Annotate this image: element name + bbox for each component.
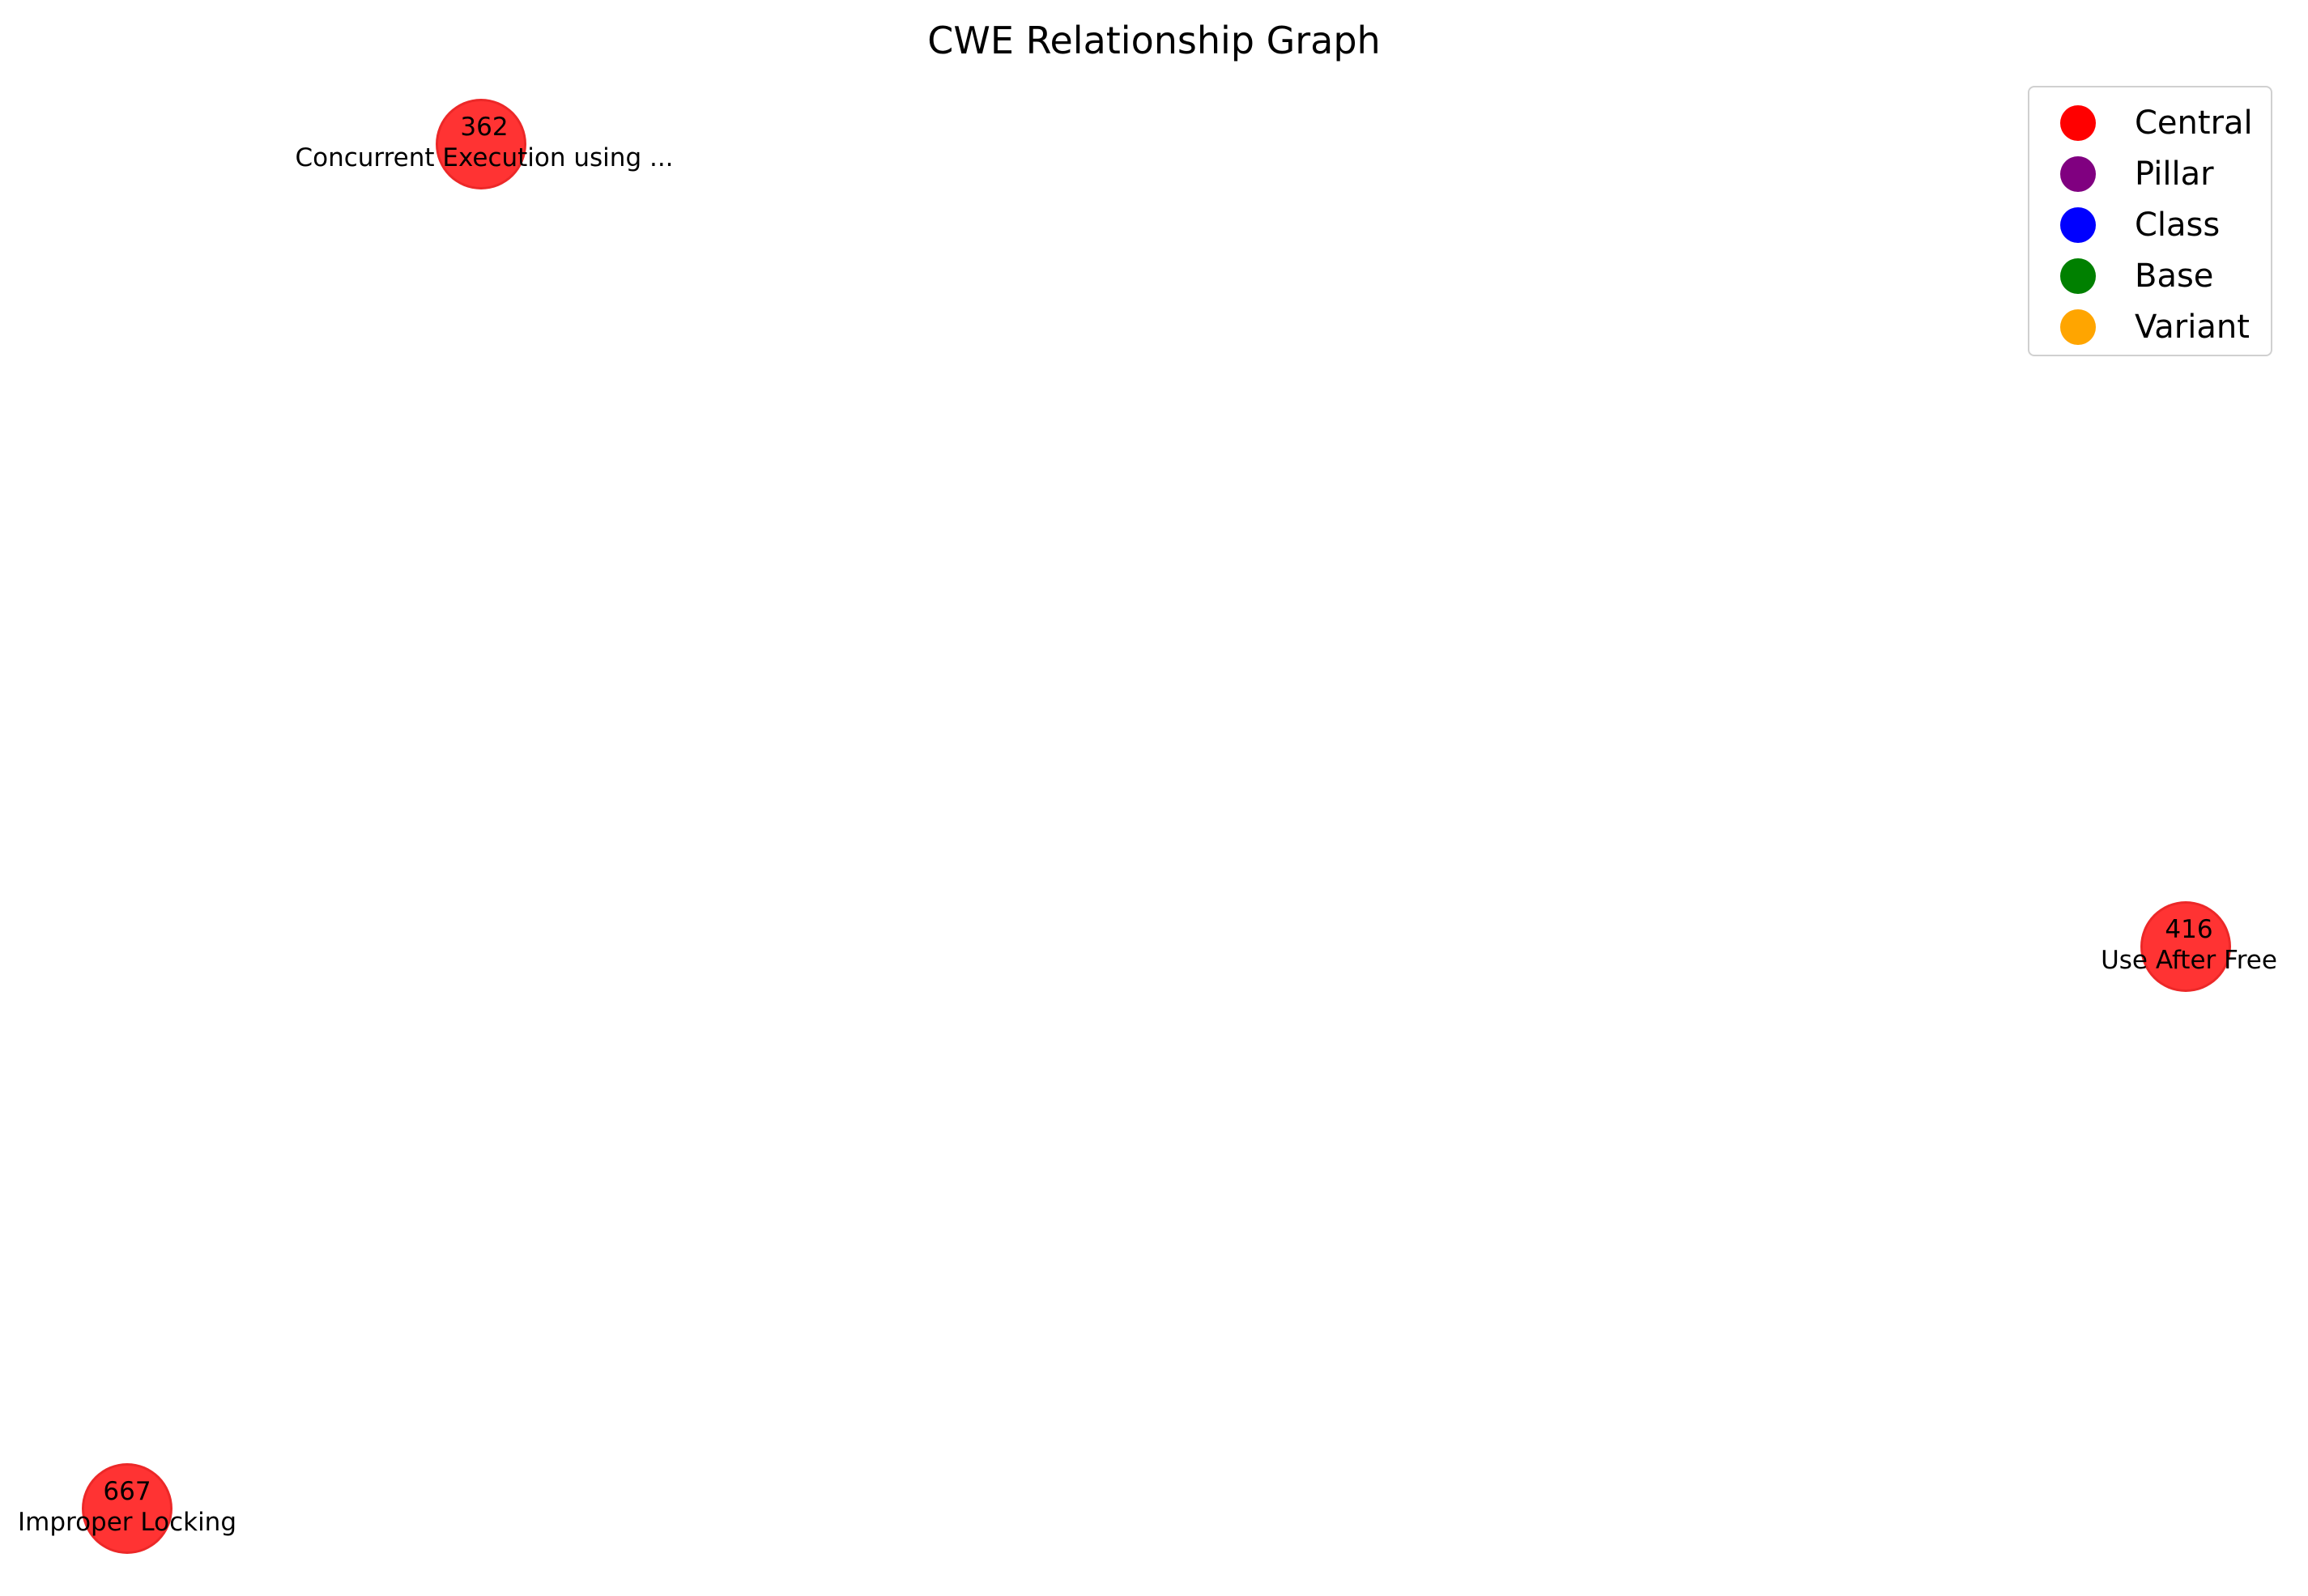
graph-node-416-label: Use After Free xyxy=(2101,946,2277,975)
graph-node-667-label-clip: Improper Locking xyxy=(0,1498,324,1547)
central-circle-icon xyxy=(2060,105,2096,141)
cwe-relationship-graph: CWE Relationship Graph 362 Concurrent Ex… xyxy=(0,0,2308,1596)
graph-node-362-label: Concurrent Execution using ... xyxy=(295,143,674,172)
legend-label-base: Base xyxy=(2135,257,2214,295)
variant-circle-icon xyxy=(2060,309,2096,345)
graph-node-362-id: 362 xyxy=(460,113,509,142)
graph-title: CWE Relationship Graph xyxy=(927,19,1381,62)
pillar-circle-icon xyxy=(2060,156,2096,192)
legend-label-central: Central xyxy=(2135,104,2253,142)
legend-label-class: Class xyxy=(2135,206,2221,244)
legend-item-pillar: Pillar xyxy=(2029,150,2271,198)
graph-node-416-id: 416 xyxy=(2165,915,2213,944)
legend-item-class: Class xyxy=(2029,201,2271,249)
class-circle-icon xyxy=(2060,207,2096,243)
legend-item-variant: Variant xyxy=(2029,303,2271,351)
base-circle-icon xyxy=(2060,258,2096,294)
legend-label-pillar: Pillar xyxy=(2135,155,2214,193)
legend-label-variant: Variant xyxy=(2135,309,2250,346)
legend: Central Pillar Class Base Variant xyxy=(2028,86,2272,356)
graph-node-667-label: Improper Locking xyxy=(17,1508,237,1537)
legend-item-base: Base xyxy=(2029,252,2271,300)
legend-item-central: Central xyxy=(2029,99,2271,147)
